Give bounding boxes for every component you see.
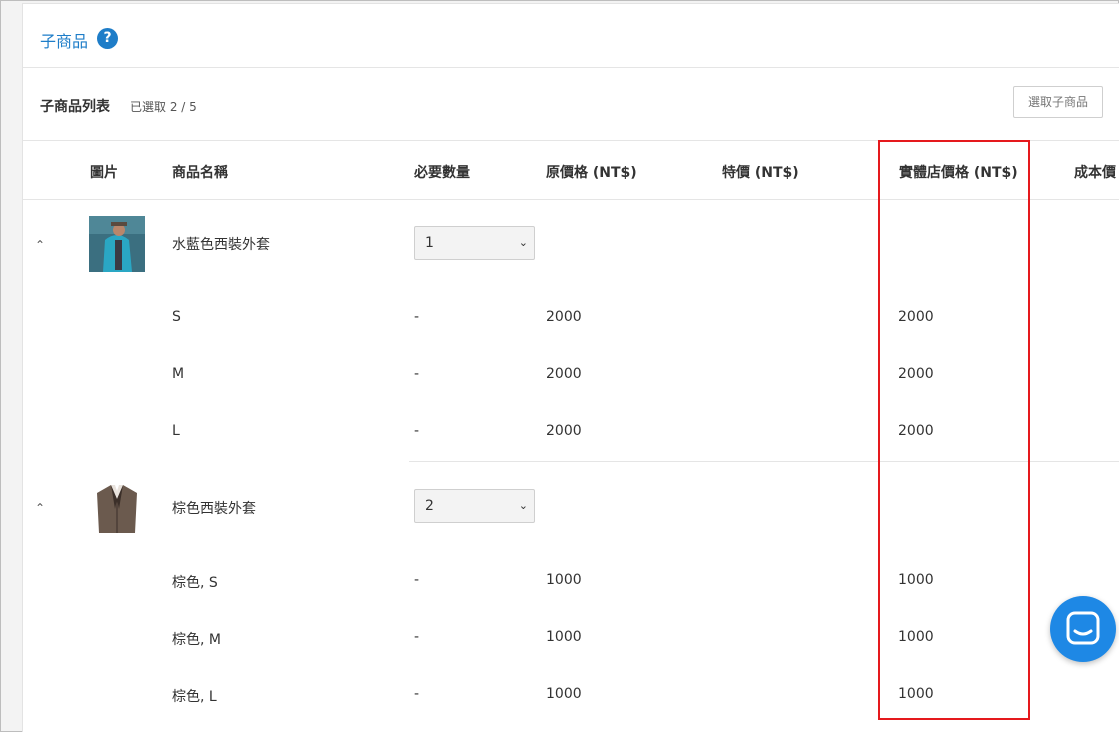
- variant-original-price: 1000: [546, 686, 582, 702]
- sub-products-panel: 子商品 ? 子商品列表 已選取 2 / 5 選取子商品 圖片 商品名稱 必要數量…: [22, 3, 1119, 732]
- column-name: 商品名稱: [172, 165, 228, 181]
- variant-original-price: 2000: [546, 423, 582, 439]
- section-title: 子商品: [40, 32, 89, 51]
- variant-required: -: [414, 309, 420, 325]
- table-header: 圖片 商品名稱 必要數量 原價格 (NT$) 特價 (NT$) 實體店價格 (N…: [23, 142, 1119, 200]
- column-cost-price: 成本價: [1074, 165, 1116, 181]
- variant-name: 棕色, S: [172, 575, 218, 591]
- row-divider: [409, 461, 1119, 462]
- column-special-price: 特價 (NT$): [722, 165, 799, 181]
- variant-original-price: 1000: [546, 572, 582, 588]
- list-title: 子商品列表: [40, 99, 110, 115]
- quantity-value: 2: [425, 498, 434, 514]
- variant-original-price: 1000: [546, 629, 582, 645]
- variant-required: -: [414, 629, 420, 645]
- list-header: 子商品列表 已選取 2 / 5 選取子商品: [23, 69, 1119, 141]
- variant-required: -: [414, 572, 420, 588]
- variant-original-price: 2000: [546, 366, 582, 382]
- variant-store-price: 1000: [898, 572, 934, 588]
- variant-required: -: [414, 366, 420, 382]
- variant-required: -: [414, 423, 420, 439]
- select-sub-products-button[interactable]: 選取子商品: [1013, 86, 1103, 118]
- required-quantity-select[interactable]: 1 ⌄: [414, 226, 535, 260]
- variant-name: S: [172, 309, 181, 325]
- chat-bubble-icon: [1066, 611, 1100, 645]
- variant-original-price: 2000: [546, 309, 582, 325]
- variant-name: 棕色, M: [172, 632, 221, 648]
- column-original-price: 原價格 (NT$): [546, 165, 637, 181]
- column-store-price: 實體店價格 (NT$): [899, 165, 1018, 181]
- variant-store-price: 1000: [898, 686, 934, 702]
- required-quantity-select[interactable]: 2 ⌄: [414, 489, 535, 523]
- product-thumbnail: [89, 479, 145, 535]
- collapse-chevron-icon[interactable]: ⌃: [33, 238, 47, 252]
- chevron-down-icon: ⌄: [518, 499, 528, 512]
- product-name: 棕色西裝外套: [172, 501, 256, 517]
- variant-required: -: [414, 686, 420, 702]
- variant-store-price: 2000: [898, 423, 934, 439]
- column-image: 圖片: [90, 165, 118, 181]
- chevron-down-icon: ⌄: [518, 236, 528, 249]
- chat-launcher-button[interactable]: [1050, 596, 1116, 662]
- question-circle-icon[interactable]: ?: [97, 28, 118, 49]
- column-required-qty: 必要數量: [414, 165, 470, 181]
- panel-header: 子商品 ?: [23, 4, 1119, 68]
- variant-name: 棕色, L: [172, 689, 217, 705]
- variant-store-price: 2000: [898, 309, 934, 325]
- page-background: 子商品 ? 子商品列表 已選取 2 / 5 選取子商品 圖片 商品名稱 必要數量…: [0, 0, 1119, 732]
- variant-name: M: [172, 366, 185, 382]
- product-name: 水藍色西裝外套: [172, 237, 270, 253]
- blue-jacket-photo-icon: [89, 216, 145, 272]
- variant-store-price: 2000: [898, 366, 934, 382]
- product-thumbnail: [89, 216, 145, 272]
- collapse-chevron-icon[interactable]: ⌃: [33, 501, 47, 515]
- variant-name: L: [172, 423, 180, 439]
- brown-jacket-photo-icon: [89, 479, 145, 535]
- quantity-value: 1: [425, 235, 434, 251]
- variant-store-price: 1000: [898, 629, 934, 645]
- selected-count: 已選取 2 / 5: [130, 100, 197, 114]
